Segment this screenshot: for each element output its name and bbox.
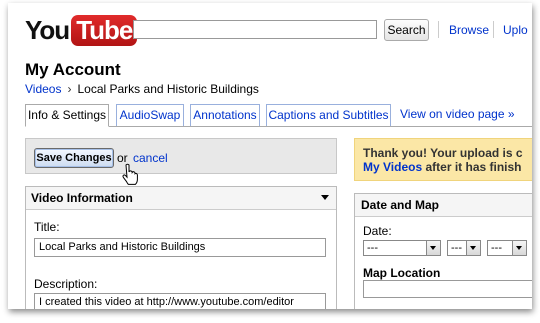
- date-label: Date:: [363, 224, 392, 238]
- dropdown-arrow-icon: [466, 241, 480, 255]
- year-select-value: ---: [491, 242, 502, 254]
- notice-line-1: Thank you! Your upload is c: [363, 146, 523, 160]
- youtube-logo[interactable]: You Tube: [25, 14, 138, 46]
- notice-line-2-rest: after it has finish: [422, 160, 522, 174]
- hand-cursor-icon: [122, 163, 138, 185]
- title-label: Title:: [34, 220, 60, 234]
- day-select-value: ---: [451, 242, 462, 254]
- breadcrumb-videos-link[interactable]: Videos: [25, 82, 61, 96]
- my-videos-link[interactable]: My Videos: [363, 160, 422, 174]
- browse-link[interactable]: Browse: [449, 23, 489, 37]
- video-information-header[interactable]: Video Information: [26, 187, 336, 210]
- video-information-title: Video Information: [31, 191, 133, 205]
- tab-audioswap[interactable]: AudioSwap: [116, 104, 184, 126]
- page-title: My Account: [25, 60, 121, 79]
- browser-viewport: You Tube Search Browse Uplo My Account V…: [8, 3, 532, 309]
- map-location-label: Map Location: [363, 266, 441, 280]
- upload-notice: Thank you! Your upload is c My Videos af…: [354, 138, 532, 181]
- upload-link[interactable]: Uplo: [503, 23, 528, 37]
- save-changes-button[interactable]: Save Changes: [34, 148, 114, 168]
- logo-tube-text: Tube: [71, 14, 138, 46]
- view-on-video-page-link[interactable]: View on video page »: [400, 104, 515, 126]
- tab-info-settings[interactable]: Info & Settings: [25, 104, 109, 127]
- video-information-panel: Video Information Title: Local Parks and…: [25, 186, 337, 309]
- tab-captions-subtitles[interactable]: Captions and Subtitles: [266, 104, 391, 126]
- search-button[interactable]: Search: [384, 19, 429, 41]
- description-field[interactable]: I created this video at http://www.youtu…: [34, 293, 326, 309]
- header-divider: [493, 21, 494, 38]
- month-select[interactable]: ---: [363, 240, 441, 256]
- dropdown-arrow-icon: [426, 241, 440, 255]
- collapse-caret-icon[interactable]: [321, 195, 329, 200]
- notice-line-2: My Videos after it has finish: [363, 160, 532, 174]
- breadcrumb: Videos › Local Parks and Historic Building…: [25, 82, 259, 96]
- breadcrumb-separator: ›: [67, 82, 72, 96]
- header-divider: [438, 21, 439, 38]
- dropdown-arrow-icon: [512, 241, 526, 255]
- month-select-value: ---: [367, 242, 378, 254]
- tab-annotations[interactable]: Annotations: [190, 104, 260, 126]
- description-label: Description:: [34, 277, 98, 291]
- year-select[interactable]: ---: [487, 240, 527, 256]
- logo-you-text: You: [25, 14, 70, 45]
- date-and-map-panel: Date and Map Date: --- --- --- Map Locat…: [354, 193, 532, 309]
- breadcrumb-current: Local Parks and Historic Buildings: [77, 82, 259, 96]
- search-input[interactable]: [133, 20, 377, 39]
- date-and-map-header[interactable]: Date and Map: [355, 194, 532, 217]
- day-select[interactable]: ---: [447, 240, 481, 256]
- save-bar: Save Changes or cancel: [25, 138, 337, 185]
- map-location-input[interactable]: [363, 280, 532, 298]
- title-field[interactable]: Local Parks and Historic Buildings: [34, 238, 326, 257]
